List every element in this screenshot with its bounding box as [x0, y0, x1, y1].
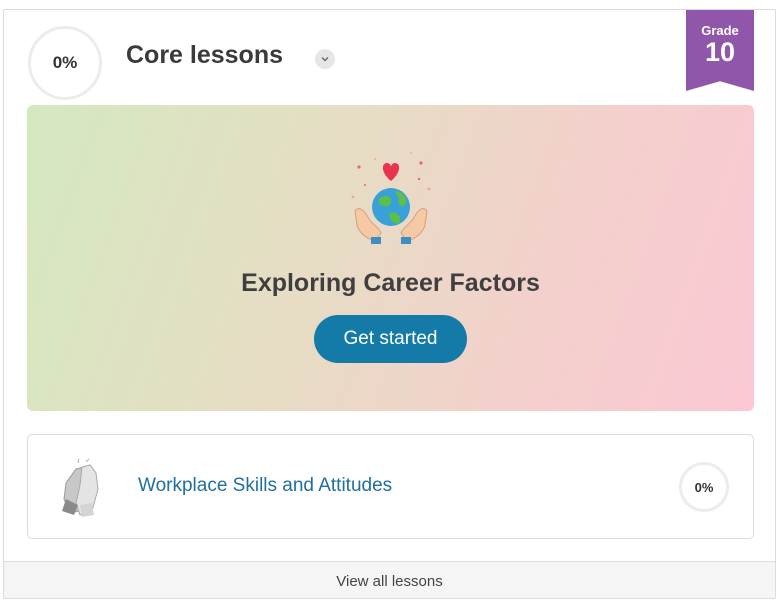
lesson-title[interactable]: Workplace Skills and Attitudes: [138, 475, 392, 497]
view-all-lessons-link[interactable]: View all lessons: [4, 561, 775, 598]
featured-lesson-banner: Exploring Career Factors Get started: [27, 105, 754, 411]
section-title: Core lessons: [126, 41, 284, 69]
overall-progress-value: 0%: [52, 53, 78, 72]
get-started-button[interactable]: Get started: [314, 315, 467, 363]
grade-label: Grade: [701, 23, 739, 38]
collapse-toggle[interactable]: [315, 49, 335, 69]
view-all-lessons-label: View all lessons: [336, 572, 443, 590]
overall-progress-ring: 0%: [28, 26, 102, 100]
grade-ribbon: Grade 10: [686, 10, 754, 91]
lesson-progress-ring: 0%: [679, 462, 729, 512]
high-five-icon: [62, 459, 99, 517]
core-lessons-card: 0% Core lessons Grade 10 Exploring Caree…: [3, 9, 776, 599]
featured-lesson-title: Exploring Career Factors: [241, 269, 540, 297]
globe-in-hands-icon: [351, 151, 431, 244]
chevron-down-icon: [321, 57, 329, 62]
lesson-progress-value: 0%: [694, 479, 714, 495]
grade-number: 10: [704, 37, 736, 67]
lesson-row[interactable]: Workplace Skills and Attitudes 0%: [27, 434, 754, 539]
